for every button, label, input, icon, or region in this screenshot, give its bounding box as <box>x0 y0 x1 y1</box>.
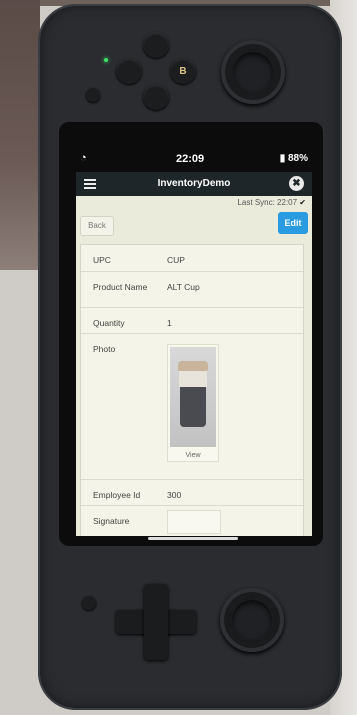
cup-lid <box>178 361 208 371</box>
app-window: InventoryDemo ✖ Last Sync: 22:07 ✔ Back … <box>76 172 312 536</box>
item-detail-table: UPC CUP Product Name ALT Cup Quantity 1 … <box>80 244 304 536</box>
field-row-signature: Signature <box>81 505 303 536</box>
status-bar: ◔ 22:09 ▮ 88% <box>76 150 310 168</box>
field-value: 300 <box>167 490 182 500</box>
field-label: UPC <box>93 255 111 265</box>
field-label: Employee Id <box>93 490 141 500</box>
app-title: InventoryDemo <box>157 178 231 189</box>
field-row-quantity: Quantity 1 <box>81 307 303 334</box>
field-label: Product Name <box>93 282 148 292</box>
photo-thumbnail[interactable]: View <box>167 344 219 462</box>
field-row-upc: UPC CUP <box>81 245 303 271</box>
small-button[interactable] <box>86 88 100 102</box>
field-value: ALT Cup <box>167 282 200 292</box>
power-led <box>104 58 108 62</box>
small-button-lower[interactable] <box>82 596 96 610</box>
face-button-left[interactable] <box>116 58 142 84</box>
dpad-vertical[interactable] <box>144 584 168 660</box>
back-button[interactable]: Back <box>80 216 114 236</box>
field-label: Photo <box>93 344 116 354</box>
home-indicator[interactable] <box>148 537 238 540</box>
battery-percent: 88% <box>287 153 308 164</box>
status-time: 22:09 <box>176 153 205 165</box>
face-button-b[interactable]: B <box>170 58 196 84</box>
field-label: Quantity <box>93 318 125 328</box>
field-row-employee-id: Employee Id 300 <box>81 479 303 506</box>
photo-view-link[interactable]: View <box>168 452 218 459</box>
edit-button[interactable]: Edit <box>278 212 308 234</box>
background-left <box>0 0 40 270</box>
field-row-photo: Photo View <box>81 333 303 480</box>
app-header: InventoryDemo ✖ <box>76 172 312 196</box>
last-sync-label: Last Sync: 22:07 <box>237 198 298 207</box>
cup-photo <box>170 347 216 447</box>
check-icon: ✔ <box>299 198 306 207</box>
right-analog-stick[interactable] <box>221 40 285 104</box>
signature-box <box>167 510 221 534</box>
cup-body <box>180 387 206 427</box>
left-lower-analog-stick[interactable] <box>220 588 284 652</box>
face-button-bottom[interactable] <box>143 84 169 110</box>
battery-indicator: ▮ 88% <box>279 153 308 164</box>
face-button-top[interactable] <box>143 32 169 58</box>
field-value: CUP <box>167 255 185 265</box>
field-row-product-name: Product Name ALT Cup <box>81 271 303 308</box>
last-sync-status: Last Sync: 22:07 ✔ <box>237 198 306 207</box>
wifi-icon: ◔ <box>80 152 87 164</box>
cup-band <box>179 371 207 387</box>
field-label: Signature <box>93 516 130 526</box>
field-value: 1 <box>167 318 172 328</box>
close-icon[interactable]: ✖ <box>289 176 304 191</box>
